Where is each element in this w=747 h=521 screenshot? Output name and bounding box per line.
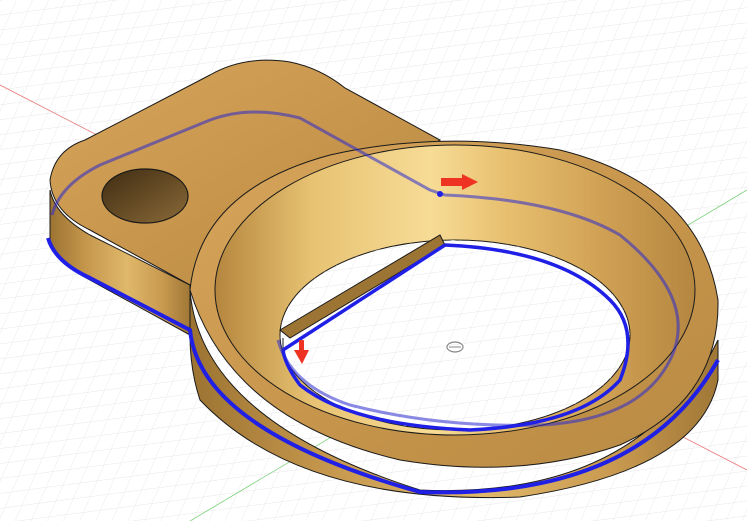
mount-hole[interactable] bbox=[101, 168, 189, 224]
viewport-canvas[interactable] bbox=[0, 0, 747, 521]
3d-viewport[interactable] bbox=[0, 0, 747, 521]
hole-grid bbox=[280, 240, 630, 430]
path-start-point[interactable] bbox=[437, 191, 443, 197]
